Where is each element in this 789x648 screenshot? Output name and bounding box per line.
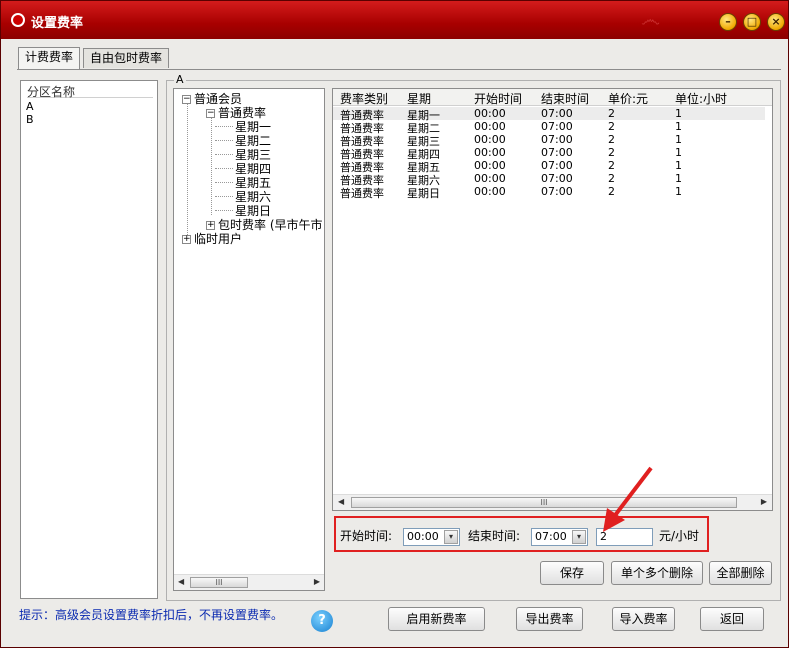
- zone-list[interactable]: 分区名称 A B: [20, 80, 158, 599]
- table-row[interactable]: 普通费率 星期六 00:00 07:00 2 1: [333, 172, 765, 187]
- table-row[interactable]: 普通费率 星期日 00:00 07:00 2 1: [333, 185, 765, 200]
- zone-list-header: 分区名称: [27, 83, 153, 99]
- table-cell: 2: [608, 146, 615, 159]
- table-row[interactable]: 普通费率 星期一 00:00 07:00 2 1: [333, 107, 765, 122]
- table-row[interactable]: 普通费率 星期二 00:00 07:00 2 1: [333, 120, 765, 135]
- collapse-icon[interactable]: −: [206, 109, 215, 118]
- tab-divider: [17, 69, 781, 70]
- close-icon[interactable]: ×: [767, 13, 785, 31]
- table-cell: 星期日: [407, 187, 440, 200]
- hint-text: 提示：高级会员设置费率折扣后，不再设置费率。: [19, 608, 284, 622]
- table-cell: 2: [608, 107, 615, 120]
- annotation-arrow-icon: [603, 466, 653, 532]
- table-cell: 07:00: [541, 159, 573, 172]
- chevron-down-icon[interactable]: ▾: [444, 530, 458, 544]
- delete-selected-button[interactable]: 单个多个删除: [611, 561, 703, 585]
- window-title: 设置费率: [31, 16, 84, 31]
- zone-item-a[interactable]: A: [26, 100, 34, 113]
- table-cell: 00:00: [474, 107, 506, 120]
- help-icon[interactable]: ?: [311, 610, 333, 632]
- table-cell: 2: [608, 120, 615, 133]
- table-cell: 00:00: [474, 172, 506, 185]
- tree-node-temporary-user[interactable]: + 临时用户: [182, 230, 242, 247]
- scroll-thumb[interactable]: III: [190, 577, 248, 588]
- table-cell: 2: [608, 185, 615, 198]
- table-row[interactable]: 普通费率 星期四 00:00 07:00 2 1: [333, 146, 765, 161]
- col-end-time[interactable]: 结束时间: [541, 90, 589, 107]
- maximize-icon[interactable]: □: [743, 13, 761, 31]
- unit-label: 元/小时: [659, 529, 700, 543]
- dialog-content: 计费费率 自由包时费率 分区名称 A B A − 普通会员 − 普通费率 星期一 星…: [7, 39, 782, 643]
- table-cell: 1: [675, 146, 682, 159]
- expand-icon[interactable]: +: [206, 221, 215, 230]
- table-cell: 00:00: [474, 185, 506, 198]
- table-cell: 07:00: [541, 107, 573, 120]
- tab-billing-rate[interactable]: 计费费率: [18, 47, 81, 69]
- table-cell: 07:00: [541, 120, 573, 133]
- table-cell: 00:00: [474, 120, 506, 133]
- table-row[interactable]: 普通费率 星期三 00:00 07:00 2 1: [333, 133, 765, 148]
- col-unit-hours[interactable]: 单位:小时: [675, 90, 727, 107]
- scroll-thumb[interactable]: III: [351, 497, 737, 508]
- col-weekday[interactable]: 星期: [407, 90, 431, 107]
- app-icon: [11, 13, 25, 27]
- rate-settings-window: 设置费率 ෴ – □ × 计费费率 自由包时费率 分区名称 A B A − 普通…: [0, 0, 789, 648]
- col-start-time[interactable]: 开始时间: [474, 90, 522, 107]
- table-cell: 1: [675, 185, 682, 198]
- member-rate-tree[interactable]: − 普通会员 − 普通费率 星期一 星期二 星期三 星期四 星期五 星期六 星期日 …: [173, 88, 325, 591]
- scroll-right-icon[interactable]: ▶: [761, 497, 767, 506]
- table-cell: 2: [608, 159, 615, 172]
- back-button[interactable]: 返回: [700, 607, 764, 631]
- export-rate-button[interactable]: 导出费率: [516, 607, 583, 631]
- expand-icon[interactable]: +: [182, 235, 191, 244]
- table-cell: 1: [675, 172, 682, 185]
- delete-all-button[interactable]: 全部删除: [709, 561, 772, 585]
- rate-table[interactable]: 费率类别 星期 开始时间 结束时间 单价:元 单位:小时 普通费率 星期一 00:0…: [332, 88, 773, 511]
- table-cell: 00:00: [474, 133, 506, 146]
- decorative-swirl-icon: ෴: [641, 7, 660, 31]
- save-button[interactable]: 保存: [540, 561, 604, 585]
- table-cell: 07:00: [541, 172, 573, 185]
- import-rate-button[interactable]: 导入费率: [612, 607, 675, 631]
- table-cell: 07:00: [541, 146, 573, 159]
- scroll-left-icon[interactable]: ◀: [338, 497, 344, 506]
- table-cell: 07:00: [541, 185, 573, 198]
- table-cell: 2: [608, 133, 615, 146]
- table-cell: 00:00: [474, 159, 506, 172]
- table-row[interactable]: 普通费率 星期五 00:00 07:00 2 1: [333, 159, 765, 174]
- end-time-select[interactable]: 07:00 ▾: [531, 528, 588, 546]
- col-rate-type[interactable]: 费率类别: [340, 90, 388, 107]
- enable-new-rate-button[interactable]: 启用新费率: [388, 607, 485, 631]
- title-bar[interactable]: 设置费率 ෴ – □ ×: [1, 1, 788, 39]
- table-cell: 1: [675, 159, 682, 172]
- scroll-right-icon[interactable]: ▶: [314, 577, 320, 586]
- zone-item-b[interactable]: B: [26, 113, 34, 126]
- tree-horizontal-scrollbar[interactable]: ◀ III ▶: [174, 574, 324, 590]
- table-cell: 07:00: [541, 133, 573, 146]
- table-cell: 00:00: [474, 146, 506, 159]
- start-time-select[interactable]: 00:00 ▾: [403, 528, 460, 546]
- chevron-down-icon[interactable]: ▾: [572, 530, 586, 544]
- end-time-label: 结束时间:: [468, 529, 521, 543]
- selected-zone-label: A: [174, 73, 186, 86]
- table-cell: 普通费率: [340, 187, 384, 200]
- start-time-label: 开始时间:: [340, 529, 393, 543]
- table-horizontal-scrollbar[interactable]: ◀ III ▶: [333, 494, 772, 510]
- table-cell: 1: [675, 107, 682, 120]
- rate-table-header: 费率类别 星期 开始时间 结束时间 单价:元 单位:小时: [333, 89, 772, 106]
- minimize-icon[interactable]: –: [719, 13, 737, 31]
- table-cell: 2: [608, 172, 615, 185]
- tab-free-package-rate[interactable]: 自由包时费率: [83, 48, 170, 68]
- col-unit-price[interactable]: 单价:元: [608, 90, 648, 107]
- collapse-icon[interactable]: −: [182, 95, 191, 104]
- table-cell: 1: [675, 133, 682, 146]
- scroll-left-icon[interactable]: ◀: [178, 577, 184, 586]
- table-cell: 1: [675, 120, 682, 133]
